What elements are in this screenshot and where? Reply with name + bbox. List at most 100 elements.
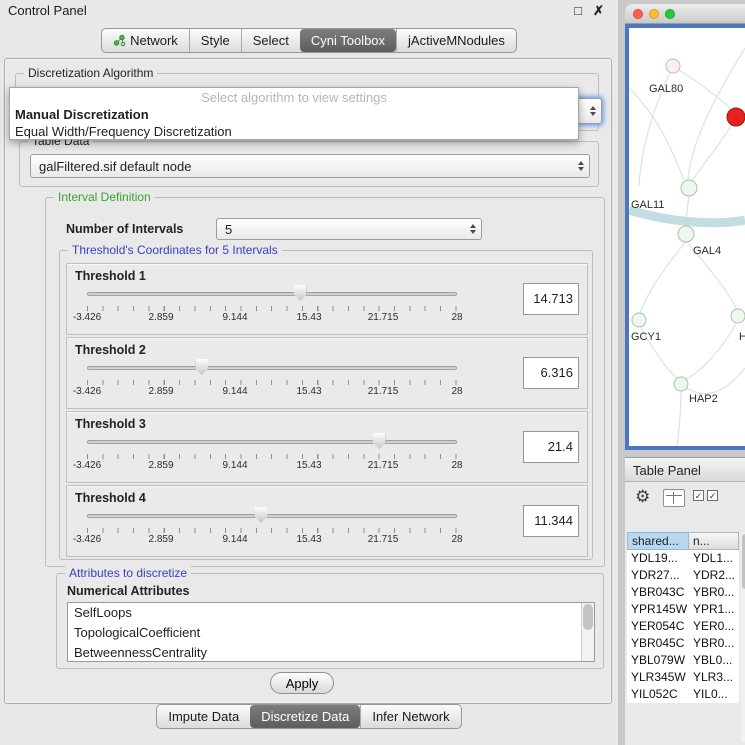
tab-impute-data[interactable]: Impute Data [157, 705, 250, 728]
cell[interactable]: YER054C [627, 618, 689, 635]
list-item[interactable]: BetweennessCentrality [68, 643, 594, 662]
list-item[interactable]: TopologicalCoefficient [68, 623, 594, 643]
network-node[interactable] [666, 59, 680, 73]
table-row[interactable]: YDL19...YDL1... [627, 550, 739, 567]
list-item[interactable]: SelfLoops [68, 603, 594, 623]
slider-track[interactable] [87, 514, 457, 518]
dropdown-option-manual-discretization[interactable]: Manual Discretization [10, 107, 578, 122]
slider-thumb[interactable] [195, 359, 208, 375]
network-node[interactable] [681, 180, 697, 196]
thresholds-group-title: Threshold's Coordinates for 5 Intervals [68, 243, 282, 257]
threshold-2-value[interactable]: 6.316 [523, 357, 579, 389]
minimize-light-icon[interactable] [649, 9, 659, 19]
threshold-4-value[interactable]: 11.344 [523, 505, 579, 537]
slider-thumb[interactable] [294, 285, 307, 301]
table-scrollbar[interactable] [741, 532, 745, 742]
gear-icon[interactable]: ⚙ [635, 487, 650, 507]
network-node[interactable] [674, 377, 688, 391]
table-panel: ⚙ ✓ ✓ shared... n... YDL19...YDL1... YDR… [625, 482, 745, 745]
slider-track[interactable] [87, 440, 457, 444]
cell[interactable]: YPR1... [689, 601, 739, 618]
tab-jactivemnodules-label: jActiveMNodules [408, 33, 505, 48]
attributes-list: SelfLoops TopologicalCoefficient Between… [67, 602, 595, 662]
scale-label: 9.144 [222, 460, 247, 471]
checkbox-icon[interactable]: ✓ [693, 490, 704, 501]
zoom-light-icon[interactable] [665, 9, 675, 19]
slider-track[interactable] [87, 292, 457, 296]
threshold-3-value[interactable]: 21.4 [523, 431, 579, 463]
cell[interactable]: YPR145W [627, 601, 689, 618]
tab-select-label: Select [253, 33, 289, 48]
cell[interactable]: YLR3... [689, 669, 739, 686]
tab-style[interactable]: Style [189, 29, 241, 52]
tab-network[interactable]: Network [102, 29, 189, 52]
table-row[interactable]: YER054CYER0... [627, 618, 739, 635]
float-window-icon[interactable]: □ [574, 0, 582, 22]
scale-label: 21.715 [368, 386, 399, 397]
cell[interactable]: YDL1... [689, 550, 739, 567]
node-label-partial: H [739, 331, 745, 343]
slider-track[interactable] [87, 366, 457, 370]
table-row[interactable]: YIL052CYIL0... [627, 686, 739, 703]
slider-scale: -3.426 2.859 9.144 15.43 21.715 28 [87, 386, 457, 398]
scale-label: 2.859 [148, 534, 173, 545]
number-of-intervals-combo[interactable]: 5 [216, 218, 482, 240]
cell[interactable]: YBL079W [627, 652, 689, 669]
cell[interactable]: YBR043C [627, 584, 689, 601]
tab-cyni-toolbox-label: Cyni Toolbox [311, 33, 385, 48]
cell[interactable]: YBL0... [689, 652, 739, 669]
tab-cyni-toolbox[interactable]: Cyni Toolbox [300, 29, 396, 52]
scrollbar-thumb[interactable] [583, 604, 593, 630]
threshold-1-value[interactable]: 14.713 [523, 283, 579, 315]
cell[interactable]: YBR045C [627, 635, 689, 652]
tab-network-label: Network [130, 33, 178, 48]
apply-button[interactable]: Apply [270, 672, 334, 694]
cell[interactable]: YLR345W [627, 669, 689, 686]
table-row[interactable]: YDR27...YDR2... [627, 567, 739, 584]
cell[interactable]: YBR0... [689, 584, 739, 601]
network-window-titlebar[interactable] [625, 4, 745, 24]
close-icon[interactable]: ✗ [593, 0, 604, 22]
tab-infer-network[interactable]: Infer Network [360, 705, 460, 728]
cell[interactable]: YIL052C [627, 686, 689, 703]
attributes-scrollbar[interactable] [581, 603, 594, 661]
table-row[interactable]: YBL079WYBL0... [627, 652, 739, 669]
network-node[interactable] [731, 309, 745, 323]
network-canvas[interactable]: GAL80 GAL11 GAL4 GCY1 HAP2 H [629, 28, 745, 446]
cell[interactable]: YDR2... [689, 567, 739, 584]
column-header-name[interactable]: n... [689, 532, 739, 550]
network-node[interactable] [678, 226, 694, 242]
slider-thumb[interactable] [254, 507, 267, 523]
column-header-shared[interactable]: shared... [627, 532, 689, 550]
tab-discretize-data[interactable]: Discretize Data [250, 705, 360, 728]
tab-select[interactable]: Select [241, 29, 300, 52]
scale-label: 2.859 [148, 312, 173, 323]
table-row[interactable]: YLR345WYLR3... [627, 669, 739, 686]
threshold-3-slider[interactable] [87, 433, 457, 451]
network-node-red[interactable] [727, 108, 745, 126]
columns-icon[interactable] [663, 489, 685, 507]
threshold-2-slider[interactable] [87, 359, 457, 377]
slider-thumb[interactable] [373, 433, 386, 449]
table-row[interactable]: YPR145WYPR1... [627, 601, 739, 618]
cell[interactable]: YDR27... [627, 567, 689, 584]
close-light-icon[interactable] [633, 9, 643, 19]
table-row[interactable]: YBR045CYBR0... [627, 635, 739, 652]
scale-label: 9.144 [222, 386, 247, 397]
tab-jactivemnodules[interactable]: jActiveMNodules [396, 29, 516, 52]
threshold-4-slider[interactable] [87, 507, 457, 525]
dropdown-option-equal-width-frequency[interactable]: Equal Width/Frequency Discretization [10, 124, 578, 139]
node-label: GAL80 [649, 83, 683, 95]
cell[interactable]: YBR0... [689, 635, 739, 652]
threshold-1-slider[interactable] [87, 285, 457, 303]
cell[interactable]: YIL0... [689, 686, 739, 703]
checkbox-icon[interactable]: ✓ [707, 490, 718, 501]
cyni-toolbox-pane: Discretization Algorithm Select algorith… [4, 58, 612, 704]
thresholds-group: Threshold's Coordinates for 5 Intervals … [59, 250, 593, 560]
cell[interactable]: YER0... [689, 618, 739, 635]
scale-label: 28 [451, 460, 462, 471]
network-node[interactable] [632, 313, 646, 327]
table-data-combo[interactable]: galFiltered.sif default node [30, 154, 590, 178]
cell[interactable]: YDL19... [627, 550, 689, 567]
table-row[interactable]: YBR043CYBR0... [627, 584, 739, 601]
